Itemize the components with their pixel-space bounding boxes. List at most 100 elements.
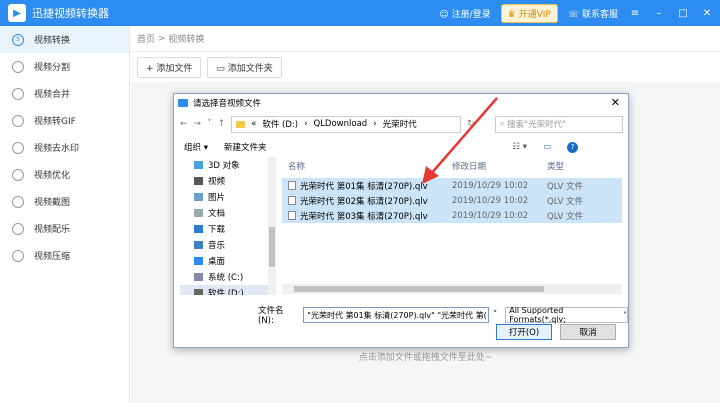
file-list-hscrollbar[interactable] [282,284,622,294]
login-link[interactable]: ☺ 注册/登录 [439,7,490,20]
dialog-close-icon[interactable]: ✕ [611,96,620,109]
sidebar-item-compress[interactable]: 视频压缩 [0,242,129,269]
new-folder-button[interactable]: 新建文件夹 [224,141,267,153]
back-icon[interactable]: ← [180,119,188,129]
login-label: 注册/登录 [451,9,491,20]
sidebar-item-label: 视频分割 [34,63,71,73]
sidebar-item-gif[interactable]: 视频转GIF [0,107,129,134]
add-folder-button[interactable]: ▭ 添加文件夹 [207,56,282,78]
nav-label: 音乐 [208,241,226,251]
nav-label: 软件 (D:) [208,289,244,295]
sidebar-item-merge[interactable]: 视频合并 [0,80,129,107]
file-type-select[interactable]: All Supported Formats(*.qlv; ˅ [505,306,629,324]
support-link[interactable]: ☏ 联系客服 [568,7,618,20]
app-logo: ▶ [8,4,26,22]
nav-pane: 3D 对象 视频 图片 文档 下载 音乐 桌面 系统 (C:) 软件 (D:) [180,157,276,295]
add-file-button[interactable]: + 添加文件 [137,56,202,78]
refresh-icon[interactable]: ↻ [467,119,475,129]
support-label: 联系客服 [581,9,618,20]
search-icon: ⌕ [499,119,508,129]
sidebar-item-split[interactable]: 视频分割 [0,53,129,80]
col-type[interactable]: 类型 [547,160,607,172]
file-row[interactable]: 光荣时代 第03集 标清(270P).qlv 2019/10/29 10:02 QL… [282,208,622,223]
screenshot-icon [12,195,24,208]
open-button[interactable]: 打开(O) [496,324,552,340]
scroll-thumb[interactable] [294,286,544,292]
path-segment[interactable]: 光荣时代 [383,118,417,130]
file-date: 2019/10/29 10:02 [452,195,529,206]
col-date[interactable]: 修改日期 [452,160,547,172]
title-bar: ▶ 迅捷视频转换器 ☺ 注册/登录 ♛ 开通VIP ☏ 联系客服 ≡ – □ ✕ [0,0,720,26]
optimize-icon [12,168,24,181]
path-segment[interactable]: 软件 (D:) [262,118,298,130]
add-folder-label: 添加文件夹 [227,63,273,74]
sidebar-item-label: 视频配乐 [34,225,71,235]
file-row[interactable]: 光荣时代 第01集 标清(270P).qlv 2019/10/29 10:02 QL… [282,178,622,193]
file-name: 光荣时代 第03集 标清(270P).qlv [300,211,428,222]
pictures-icon [194,193,203,201]
sidebar-item-label: 视频去水印 [34,144,80,154]
breadcrumb-home[interactable]: 首页 [137,32,155,45]
minimize-icon[interactable]: – [652,8,666,19]
path-sep-icon: › [304,119,308,129]
forward-icon[interactable]: → [194,119,202,129]
preview-pane-icon[interactable]: ▭ [543,142,551,152]
drive-icon [194,289,203,295]
music-icon [12,222,24,235]
split-icon [12,60,24,73]
file-icon [288,196,296,205]
recent-icon[interactable]: ˅ [207,119,212,129]
nav-item[interactable]: 音乐 [180,237,276,253]
search-input[interactable]: ⌕ 搜索"光荣时代" [494,115,623,133]
compress-icon [12,249,24,262]
sidebar-item-convert[interactable]: S 视频转换 [0,26,129,53]
nav-item[interactable]: 3D 对象 [180,157,276,173]
sidebar-item-optimize[interactable]: 视频优化 [0,161,129,188]
cancel-button[interactable]: 取消 [560,324,616,340]
sidebar-item-watermark[interactable]: 视频去水印 [0,134,129,161]
col-name[interactable]: 名称 [282,160,452,172]
nav-item[interactable]: 下载 [180,221,276,237]
address-bar[interactable]: « 软件 (D:) › QLDownload › 光荣时代 [231,115,462,133]
view-options-icon[interactable]: ☷ ▾ [512,142,527,152]
app-title: 迅捷视频转换器 [32,7,109,20]
filename-dropdown-icon[interactable]: ˅ [493,310,497,320]
sidebar-item-label: 视频优化 [34,171,71,181]
breadcrumb-current: 视频转换 [168,35,205,45]
scroll-thumb[interactable] [269,227,275,267]
nav-label: 视频 [208,177,226,187]
nav-item[interactable]: 系统 (C:) [180,269,276,285]
add-file-label: 添加文件 [156,63,193,74]
file-date: 2019/10/29 10:02 [452,210,529,221]
nav-item[interactable]: 文档 [180,205,276,221]
vip-button[interactable]: ♛ 开通VIP [500,3,558,23]
nav-item[interactable]: 图片 [180,189,276,205]
sidebar-item-label: 视频合并 [34,90,71,100]
up-icon[interactable]: ↑ [218,119,226,129]
menu-icon[interactable]: ≡ [628,8,642,19]
filename-value: "光荣时代 第01集 标清(270P).qlv" "光荣时代 第( [307,310,487,320]
folder-icon [236,120,246,128]
video-icon [194,177,203,185]
drop-hint: 点击添加文件或拖拽文件至此处~ [358,353,493,363]
sidebar-item-music[interactable]: 视频配乐 [0,215,129,242]
file-row[interactable]: 光荣时代 第02集 标清(270P).qlv 2019/10/29 10:02 QL… [282,193,622,208]
organize-button[interactable]: 组织 ▾ [184,141,208,153]
maximize-icon[interactable]: □ [676,8,690,19]
filename-input[interactable]: "光荣时代 第01集 标清(270P).qlv" "光荣时代 第( [303,307,489,323]
nav-item[interactable]: 桌面 [180,253,276,269]
watermark-icon [12,141,24,154]
close-icon[interactable]: ✕ [700,8,714,19]
file-type: QLV 文件 [547,181,584,192]
path-segment[interactable]: QLDownload [314,119,368,129]
nav-item[interactable]: 软件 (D:) [180,285,276,295]
3d-objects-icon [194,161,203,169]
file-icon [288,181,296,190]
path-overflow: « [251,119,257,129]
sidebar-item-label: 视频截图 [34,198,71,208]
help-icon[interactable]: ? [567,141,579,153]
nav-item[interactable]: 视频 [180,173,276,189]
nav-scrollbar[interactable] [268,157,276,295]
sidebar-item-screenshot[interactable]: 视频截图 [0,188,129,215]
documents-icon [194,209,203,217]
